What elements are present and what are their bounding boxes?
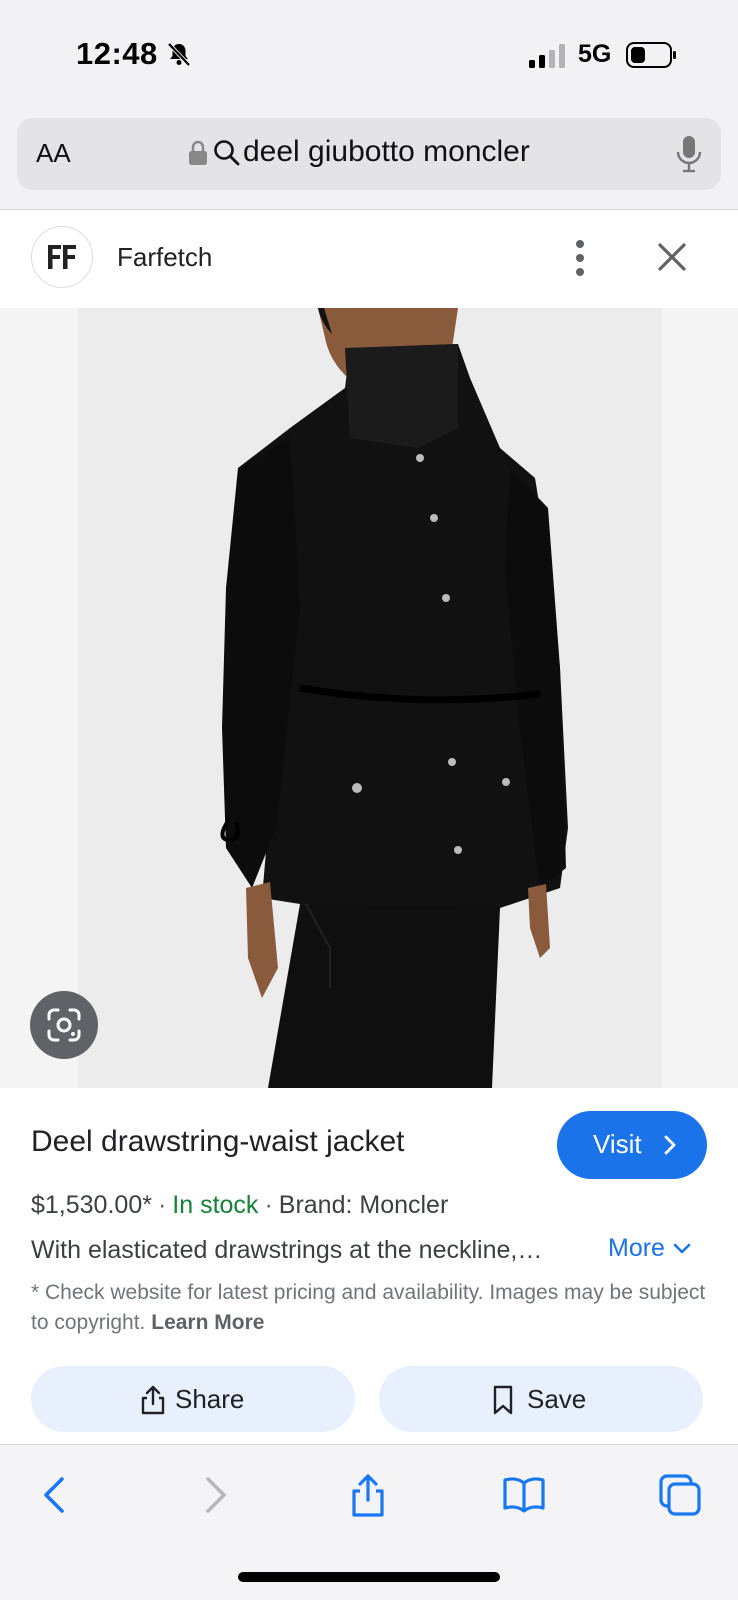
text-size-button[interactable]: AA bbox=[36, 138, 71, 169]
share-icon[interactable] bbox=[346, 1473, 390, 1517]
signal-icon bbox=[529, 44, 565, 68]
source-logo[interactable] bbox=[31, 226, 93, 288]
network-type: 5G bbox=[578, 40, 612, 68]
lock-icon bbox=[189, 140, 207, 165]
product-price: $1,530.00* bbox=[31, 1191, 152, 1219]
bell-slash-icon bbox=[167, 42, 191, 67]
home-indicator[interactable] bbox=[238, 1572, 500, 1582]
product-meta: $1,530.00* · In stock · Brand: Moncler bbox=[31, 1191, 448, 1220]
learn-more-link[interactable]: Learn More bbox=[151, 1311, 264, 1334]
tabs-icon[interactable] bbox=[658, 1473, 702, 1517]
google-lens-button[interactable] bbox=[30, 991, 98, 1059]
back-icon[interactable] bbox=[34, 1473, 78, 1517]
product-title[interactable]: Deel drawstring-waist jacket bbox=[31, 1125, 404, 1159]
search-query[interactable]: deel giubotto moncler bbox=[243, 135, 530, 169]
save-label: Save bbox=[527, 1384, 587, 1414]
bookmarks-icon[interactable] bbox=[502, 1473, 546, 1517]
bookmark-icon bbox=[493, 1385, 513, 1415]
search-icon bbox=[214, 140, 240, 166]
separator: · bbox=[157, 1191, 167, 1219]
stock-status: In stock bbox=[172, 1191, 259, 1219]
forward-icon[interactable] bbox=[192, 1473, 236, 1517]
share-icon bbox=[141, 1385, 165, 1415]
product-image[interactable] bbox=[0, 308, 738, 1088]
more-button[interactable]: More bbox=[608, 1234, 691, 1263]
disclaimer-text: * Check website for latest pricing and a… bbox=[31, 1281, 706, 1334]
visit-label: Visit bbox=[593, 1129, 642, 1159]
save-button[interactable]: Save bbox=[379, 1366, 703, 1432]
visit-button[interactable]: Visit bbox=[557, 1111, 707, 1179]
more-options-icon[interactable] bbox=[568, 238, 592, 278]
status-time: 12:48 bbox=[76, 36, 158, 71]
product-description: With elasticated drawstrings at the neck… bbox=[31, 1236, 543, 1264]
more-label: More bbox=[608, 1234, 665, 1262]
separator: · bbox=[264, 1191, 273, 1219]
share-label: Share bbox=[175, 1384, 245, 1414]
status-bar: 12:48 5G bbox=[0, 0, 738, 110]
share-button[interactable]: Share bbox=[31, 1366, 355, 1432]
microphone-icon[interactable] bbox=[675, 134, 703, 174]
battery-icon bbox=[626, 42, 676, 68]
lens-icon bbox=[47, 1008, 81, 1042]
close-icon[interactable] bbox=[655, 240, 689, 274]
chevron-down-icon bbox=[673, 1244, 691, 1254]
product-brand: Brand: Moncler bbox=[278, 1191, 449, 1219]
address-bar[interactable]: AA deel giubotto moncler bbox=[17, 118, 721, 190]
product-details: Deel drawstring-waist jacket Visit $1,53… bbox=[0, 1088, 738, 1444]
source-header: Farfetch bbox=[0, 210, 738, 308]
source-name[interactable]: Farfetch bbox=[117, 242, 212, 273]
farfetch-logo-icon bbox=[48, 245, 76, 269]
chevron-right-icon bbox=[664, 1135, 676, 1155]
disclaimer: * Check website for latest pricing and a… bbox=[31, 1278, 711, 1338]
jacket-photo bbox=[220, 308, 568, 1088]
